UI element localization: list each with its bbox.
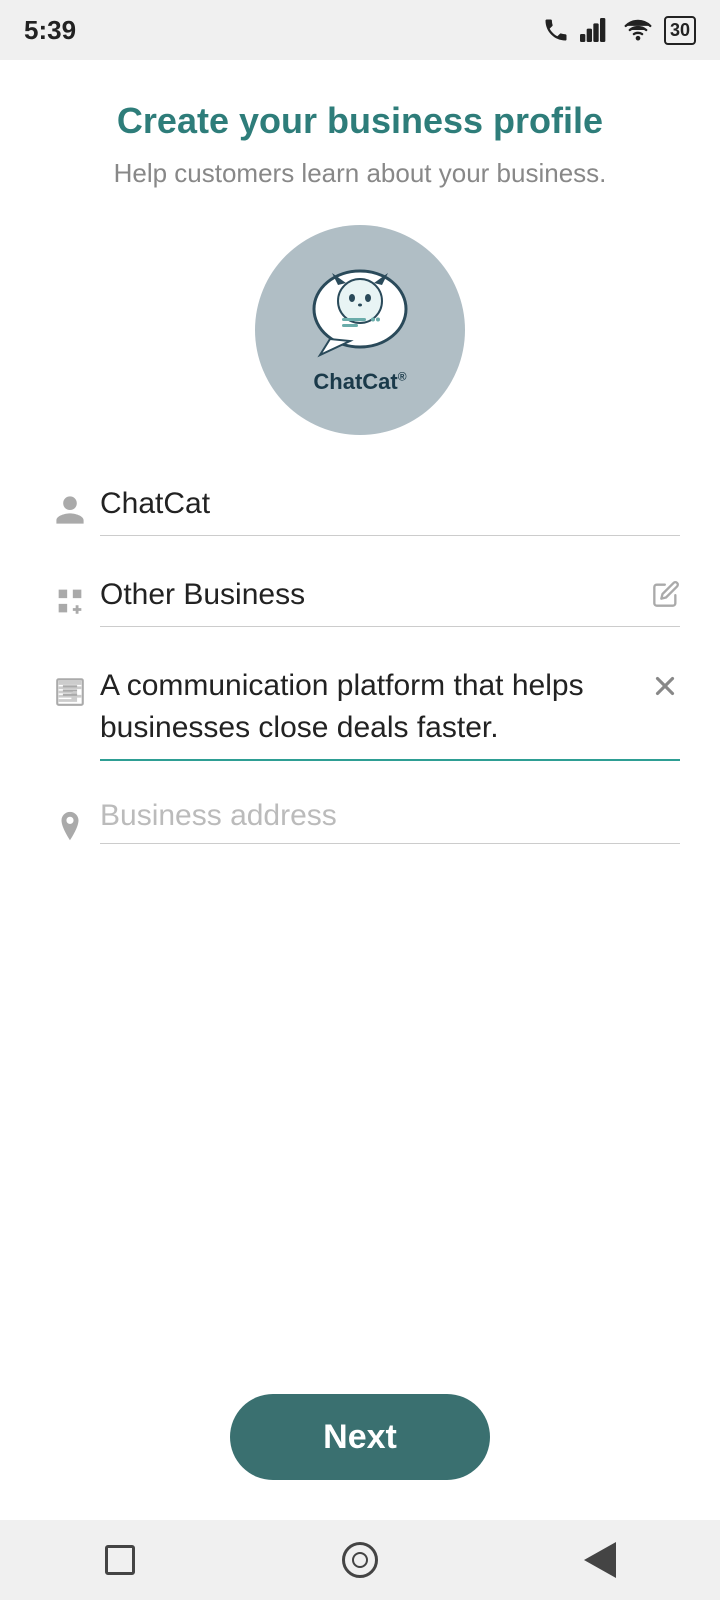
phone-icon <box>542 16 570 44</box>
category-icon <box>40 574 100 618</box>
status-bar: 5:39 30 <box>0 0 720 60</box>
next-button-label: Next <box>323 1418 397 1457</box>
status-icons: 30 <box>542 16 696 45</box>
description-value: A communication platform that helps busi… <box>100 669 584 744</box>
address-placeholder: Business address <box>100 799 337 832</box>
page-title: Create your business profile <box>77 100 643 142</box>
circle-icon <box>342 1542 378 1578</box>
form-section: ChatCat Other Business A communicatio <box>0 483 720 854</box>
location-icon <box>40 799 100 843</box>
category-value: Other Business <box>100 578 345 611</box>
next-button[interactable]: Next <box>230 1394 490 1480</box>
edit-icon[interactable] <box>652 580 680 613</box>
category-field[interactable]: Other Business <box>100 574 680 627</box>
description-icon <box>40 665 100 709</box>
square-icon <box>105 1545 135 1575</box>
chatcat-logo-icon <box>300 265 420 365</box>
person-icon <box>40 483 100 527</box>
business-logo[interactable]: ChatCat® <box>255 225 465 435</box>
nav-recents-button[interactable] <box>570 1530 630 1590</box>
name-field[interactable]: ChatCat <box>100 483 680 536</box>
wifi-icon <box>622 16 654 44</box>
status-time: 5:39 <box>24 15 76 46</box>
triangle-icon <box>584 1542 616 1578</box>
avatar-logo-text: ChatCat® <box>313 369 406 395</box>
page-subtitle: Help customers learn about your business… <box>114 158 607 189</box>
clear-icon[interactable] <box>650 671 680 706</box>
main-content: Create your business profile Help custom… <box>0 60 720 1520</box>
name-field-row: ChatCat <box>40 483 680 536</box>
battery-indicator: 30 <box>664 16 696 45</box>
name-value: ChatCat <box>100 487 250 520</box>
signal-icon <box>580 16 612 44</box>
logo-superscript: ® <box>398 370 407 384</box>
bottom-nav <box>0 1520 720 1600</box>
description-field-row: A communication platform that helps busi… <box>40 665 680 761</box>
description-field[interactable]: A communication platform that helps busi… <box>100 665 680 761</box>
address-field-row: Business address <box>40 799 680 844</box>
nav-home-button[interactable] <box>330 1530 390 1590</box>
category-field-row: Other Business <box>40 574 680 627</box>
address-field[interactable]: Business address <box>100 799 680 844</box>
nav-back-button[interactable] <box>90 1530 150 1590</box>
